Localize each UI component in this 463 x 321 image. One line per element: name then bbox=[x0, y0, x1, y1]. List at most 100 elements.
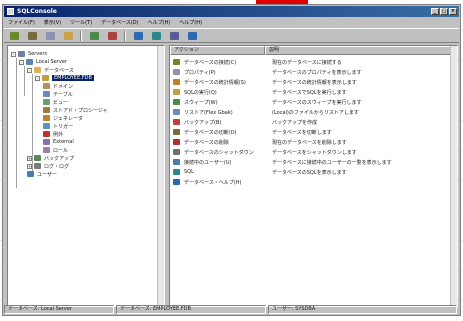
list-item-name: バックアップ(B) bbox=[184, 119, 222, 126]
tree-item[interactable]: + ログ・ログ bbox=[27, 162, 69, 170]
tree-item-label: ストアド・プロシージャ bbox=[53, 107, 108, 114]
view-icon bbox=[43, 99, 50, 105]
list-item[interactable]: データベースの接続(C) 現在のデータベースに接続する bbox=[173, 58, 342, 66]
tree-item[interactable]: ロール bbox=[43, 146, 68, 154]
window-controls: _ □ × bbox=[431, 8, 457, 15]
list-item[interactable]: SQL データベースのSQLを表示します bbox=[173, 168, 347, 176]
tree-item-label: トリガー bbox=[53, 123, 74, 130]
menu-item-1[interactable]: 表示(V) bbox=[44, 19, 61, 26]
help-button[interactable] bbox=[186, 30, 198, 41]
list-item[interactable]: データベースの切断(D) データベースを切断します bbox=[173, 128, 332, 136]
disconnect-icon bbox=[173, 129, 180, 135]
tree-pane[interactable]: - Servers - Local Server - データベース - EMPLOYEE.FD… bbox=[7, 45, 165, 307]
window-title: SQLConsole bbox=[17, 8, 57, 15]
users-icon bbox=[27, 171, 34, 177]
tree-item[interactable]: トリガー bbox=[43, 122, 73, 130]
disconnect-button[interactable] bbox=[26, 30, 38, 41]
tree-item-label: 例外 bbox=[53, 131, 64, 138]
tree-item[interactable]: ストアド・プロシージャ bbox=[43, 106, 108, 114]
list-item[interactable]: リストア(Flex Gbak) (Local)のファイルからリストアします bbox=[173, 108, 359, 116]
tree-item[interactable]: - Local Server bbox=[19, 58, 67, 66]
list-item[interactable]: プロパティ(P) データベースのプロパティを表示します bbox=[173, 68, 361, 76]
tree-item[interactable]: ユーザー bbox=[27, 170, 57, 178]
menu-item-2[interactable]: ツール(T) bbox=[70, 19, 92, 26]
column-action[interactable]: アクション bbox=[170, 46, 265, 55]
menu-item-0[interactable]: ファイル(F) bbox=[8, 19, 35, 26]
sql-icon bbox=[173, 89, 180, 95]
tree-item-label: Servers bbox=[28, 51, 48, 57]
tree-item[interactable]: テーブル bbox=[43, 90, 73, 98]
list-item-description: 現在のデータベースに接続する bbox=[272, 59, 342, 66]
status-bar: データベース: Local Server データベース: EMPLOYEE.FD… bbox=[4, 305, 459, 314]
tree-item[interactable]: 例外 bbox=[43, 130, 63, 138]
list-item-name: 接続中のユーザー(U) bbox=[184, 159, 232, 166]
generator-icon bbox=[43, 115, 50, 121]
backup-icon bbox=[34, 155, 41, 161]
sweep-icon bbox=[173, 99, 180, 105]
server-icon bbox=[26, 59, 33, 65]
delete-icon bbox=[173, 139, 180, 145]
folder-icon bbox=[63, 31, 73, 40]
list-item-description: データベースのSQLを表示します bbox=[272, 169, 347, 176]
expand-toggle[interactable]: - bbox=[35, 75, 40, 81]
run-button[interactable] bbox=[150, 30, 162, 41]
refresh-icon bbox=[89, 31, 99, 40]
tree-scrollbar[interactable] bbox=[157, 46, 164, 306]
status-server: データベース: Local Server bbox=[4, 305, 114, 314]
list-scrollbar[interactable] bbox=[450, 46, 457, 306]
list-item[interactable]: データベースの統計情報(S) データベースの統計情報を表示します bbox=[173, 78, 357, 86]
list-item[interactable]: SQLの実行(Q) データベースでSQLを実行します bbox=[173, 88, 347, 96]
tree-item[interactable]: ビュー bbox=[43, 98, 68, 106]
maximize-button[interactable]: □ bbox=[440, 8, 448, 15]
folder-icon bbox=[34, 67, 41, 73]
list-pane[interactable]: アクション 説明 データベースの接続(C) 現在のデータベースに接続するプロパティ… bbox=[169, 45, 458, 307]
column-description[interactable]: 説明 bbox=[265, 46, 451, 55]
list-item[interactable]: 接続中のユーザー(U) データベースに接続中のユーザーの一覧を表示します bbox=[173, 158, 392, 166]
tree-item-label: テーブル bbox=[53, 91, 73, 98]
tree-item-label: ドメイン bbox=[53, 83, 74, 90]
list-item-name: データベースのシャットダウン bbox=[184, 149, 254, 156]
tree-item[interactable]: + バックアップ bbox=[27, 154, 74, 162]
list-item-name: データベースの接続(C) bbox=[184, 59, 237, 66]
list-item-description: 現在のデータベースを削除します bbox=[272, 139, 347, 146]
trigger-icon bbox=[43, 123, 50, 129]
expand-toggle[interactable]: + bbox=[27, 155, 32, 161]
menu-item-4[interactable]: ヘルプ(H) bbox=[148, 19, 171, 26]
tree-item[interactable]: - データベース bbox=[27, 66, 74, 74]
tree-item[interactable]: ジェネレータ bbox=[43, 114, 83, 122]
connect-button[interactable] bbox=[8, 30, 20, 41]
list-item[interactable]: データベースのシャットダウン データベースをシャットダウンします bbox=[173, 148, 357, 156]
list-item[interactable]: データベースの削除 現在のデータベースを削除します bbox=[173, 138, 347, 146]
expand-toggle[interactable]: - bbox=[27, 67, 32, 73]
minimize-button[interactable]: _ bbox=[431, 8, 439, 15]
list-item[interactable]: バックアップ(B) バックアップを作成 bbox=[173, 118, 317, 126]
tree-item[interactable]: External bbox=[43, 138, 74, 146]
tree-item-label: Local Server bbox=[36, 59, 67, 65]
restore-icon bbox=[173, 109, 180, 115]
filter-button[interactable] bbox=[168, 30, 180, 41]
list-item[interactable]: データベース・ヘルプ(H) bbox=[173, 178, 272, 186]
tree-item[interactable]: - EMPLOYEE.FDB bbox=[35, 74, 94, 82]
tree-item[interactable]: - Servers bbox=[11, 50, 47, 58]
column-header: アクション 説明 bbox=[170, 46, 451, 55]
refresh-button[interactable] bbox=[88, 30, 100, 41]
expand-toggle[interactable]: - bbox=[11, 51, 16, 57]
tree-item[interactable]: ドメイン bbox=[43, 82, 73, 90]
tree-item-label: ユーザー bbox=[37, 171, 57, 178]
table-icon bbox=[43, 91, 50, 97]
servers-icon bbox=[18, 51, 25, 57]
expand-toggle[interactable]: + bbox=[27, 163, 32, 169]
list-item-name: スウィープ(W) bbox=[184, 99, 218, 106]
properties-button[interactable] bbox=[44, 30, 56, 41]
menu-item-5[interactable]: ヘルプ(H) bbox=[179, 19, 202, 26]
domain-icon bbox=[43, 83, 50, 89]
check-button[interactable] bbox=[132, 30, 144, 41]
menu-item-3[interactable]: データベース(D) bbox=[101, 19, 139, 26]
close-button[interactable]: × bbox=[449, 8, 457, 15]
help-icon bbox=[173, 179, 180, 185]
stop-button[interactable] bbox=[106, 30, 118, 41]
expand-toggle[interactable]: - bbox=[19, 59, 24, 65]
status-user: ユーザー: SYSDBA bbox=[268, 305, 457, 314]
folder-button[interactable] bbox=[62, 30, 74, 41]
list-item[interactable]: スウィープ(W) データベースのスウィープを実行します bbox=[173, 98, 361, 106]
